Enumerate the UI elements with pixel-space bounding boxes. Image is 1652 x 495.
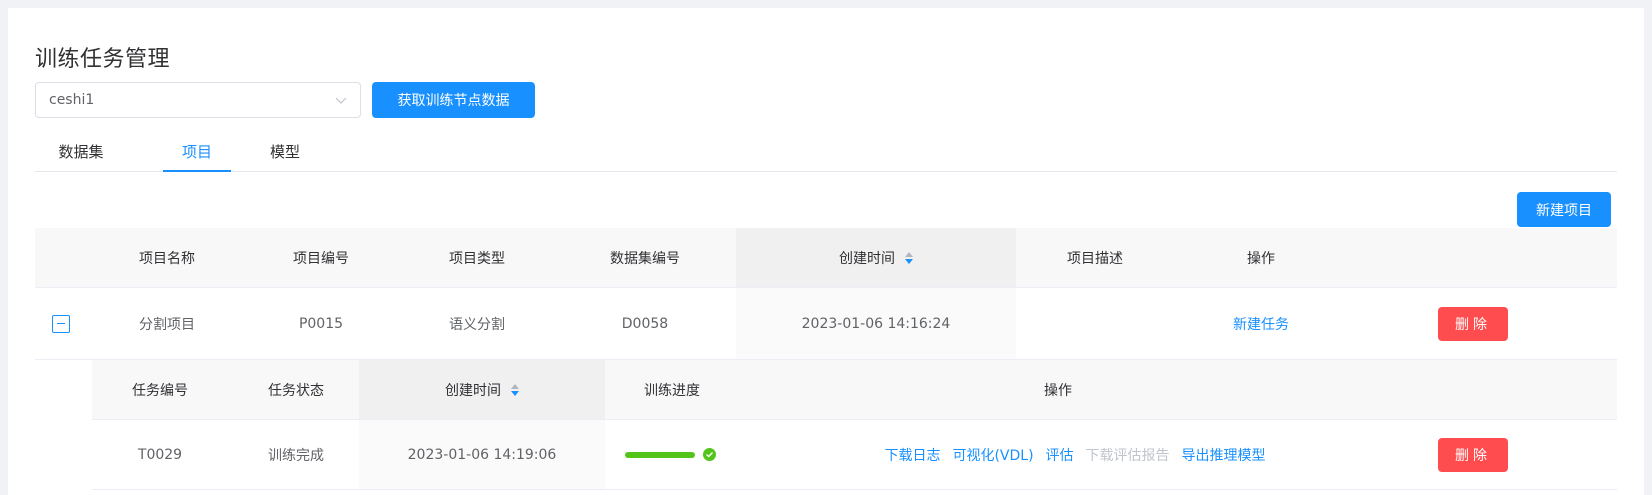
column-header-task-status: 任务状态 xyxy=(268,382,324,399)
column-header-created-label: 创建时间 xyxy=(839,250,895,267)
page-title: 训练任务管理 xyxy=(35,47,171,72)
task-table: 任务编号 任务状态 创建时间 训练进度 操作 T0029 训练完成 2023-0… xyxy=(92,360,1617,490)
progress-bar xyxy=(624,451,695,458)
project-description xyxy=(1045,288,1145,359)
chevron-down-icon xyxy=(335,97,347,104)
tab-bar: 数据集 项目 模型 xyxy=(35,132,1617,172)
task-actions: 下载日志 可视化(VDL) 评估 下载评估报告 导出推理模型 xyxy=(865,420,1285,489)
delete-project-button[interactable]: 删除 xyxy=(1438,306,1508,341)
row-expand-toggle[interactable] xyxy=(51,288,71,359)
project-type: 语义分割 xyxy=(449,316,505,333)
tab-model[interactable]: 模型 xyxy=(261,132,309,172)
fetch-node-data-button[interactable]: 获取训练节点数据 xyxy=(372,82,535,118)
node-select[interactable]: ceshi1 xyxy=(35,82,361,118)
column-header-type: 项目类型 xyxy=(449,250,505,267)
column-header-task-created[interactable]: 创建时间 xyxy=(359,360,605,419)
sort-icon[interactable] xyxy=(905,251,913,264)
column-header-task-created-label: 创建时间 xyxy=(445,382,501,399)
column-header-task-progress: 训练进度 xyxy=(644,382,700,399)
project-table-header: 项目名称 项目编号 项目类型 数据集编号 创建时间 项目描述 操作 xyxy=(35,228,1617,288)
column-header-name: 项目名称 xyxy=(139,250,195,267)
task-progress xyxy=(620,420,720,489)
table-row: T0029 训练完成 2023-01-06 14:19:06 下载日志 可视化(… xyxy=(92,420,1617,490)
project-dataset-code: D0058 xyxy=(621,315,669,332)
column-header-task-actions: 操作 xyxy=(1044,382,1072,399)
tab-dataset[interactable]: 数据集 xyxy=(51,132,111,172)
node-select-value: ceshi1 xyxy=(49,92,95,108)
sort-icon[interactable] xyxy=(511,383,519,396)
task-code: T0029 xyxy=(137,446,183,463)
column-header-description: 项目描述 xyxy=(1067,250,1123,267)
task-table-header: 任务编号 任务状态 创建时间 训练进度 操作 xyxy=(92,360,1617,420)
visualize-vdl-link[interactable]: 可视化(VDL) xyxy=(952,445,1033,465)
collapse-icon[interactable] xyxy=(52,314,70,333)
project-name: 分割项目 xyxy=(139,316,195,333)
download-eval-report-link: 下载评估报告 xyxy=(1085,447,1170,464)
task-status: 训练完成 xyxy=(268,447,324,464)
project-created-time: 2023-01-06 14:16:24 xyxy=(736,288,1016,359)
column-header-code: 项目编号 xyxy=(293,250,349,267)
table-row: 分割项目 P0015 语义分割 D0058 2023-01-06 14:16:2… xyxy=(35,288,1617,360)
project-code: P0015 xyxy=(298,315,344,332)
tab-active-indicator xyxy=(163,170,231,172)
column-header-dataset: 数据集编号 xyxy=(610,250,680,267)
task-created-time: 2023-01-06 14:19:06 xyxy=(359,420,605,489)
new-project-button[interactable]: 新建项目 xyxy=(1517,192,1611,227)
new-task-link[interactable]: 新建任务 xyxy=(1211,288,1311,359)
project-delete-cell: 删除 xyxy=(1437,288,1509,359)
delete-task-button[interactable]: 删除 xyxy=(1438,437,1508,472)
task-delete-cell: 删除 xyxy=(1437,420,1509,489)
tab-project[interactable]: 项目 xyxy=(163,132,231,172)
column-header-created[interactable]: 创建时间 xyxy=(736,228,1016,287)
column-header-task-code: 任务编号 xyxy=(132,382,188,399)
column-header-actions: 操作 xyxy=(1247,250,1275,267)
check-circle-icon xyxy=(702,448,716,461)
evaluate-link[interactable]: 评估 xyxy=(1046,445,1074,465)
project-table: 项目名称 项目编号 项目类型 数据集编号 创建时间 项目描述 操作 分割项目 P… xyxy=(35,228,1617,490)
download-log-link[interactable]: 下载日志 xyxy=(884,445,940,465)
main-card: 训练任务管理 ceshi1 获取训练节点数据 数据集 项目 模型 新建项目 项目… xyxy=(8,8,1644,495)
export-inference-model-link[interactable]: 导出推理模型 xyxy=(1182,445,1266,465)
